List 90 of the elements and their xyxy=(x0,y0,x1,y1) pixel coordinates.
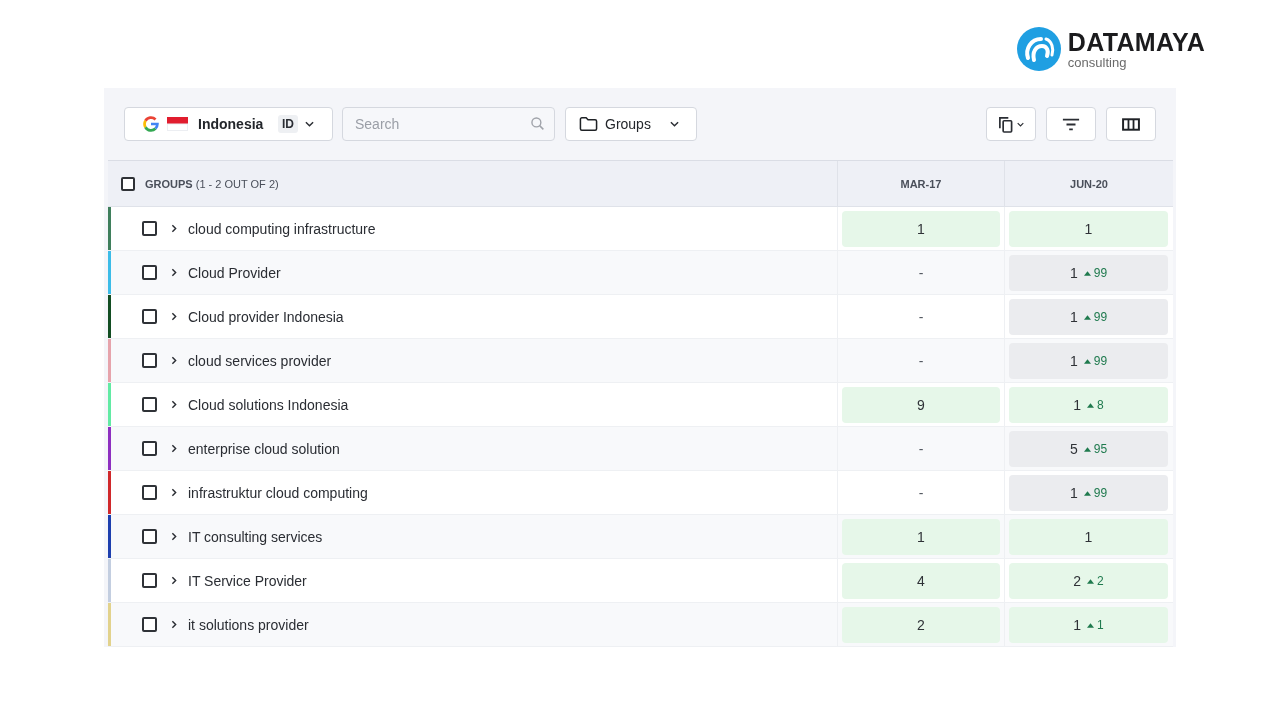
logo-icon xyxy=(1016,27,1061,71)
chevron-right-icon[interactable] xyxy=(171,620,177,629)
country-code-badge: ID xyxy=(278,115,298,133)
group-name: enterprise cloud solution xyxy=(188,440,340,457)
triangle-up-icon xyxy=(1087,622,1095,628)
group-name: cloud services provider xyxy=(188,352,332,369)
triangle-up-icon xyxy=(1087,578,1095,584)
group-name: Cloud solutions Indonesia xyxy=(188,396,349,413)
change-value: 8 xyxy=(1097,398,1104,412)
chevron-right-icon[interactable] xyxy=(171,400,177,409)
change-value: 95 xyxy=(1093,442,1108,456)
checkbox[interactable] xyxy=(142,441,157,456)
columns-icon xyxy=(1122,117,1140,131)
g-logo-icon xyxy=(143,116,159,132)
checkbox[interactable] xyxy=(142,485,157,500)
cell-value: 5 xyxy=(1069,441,1078,457)
logo-wordmark: DATAMAYA xyxy=(1067,29,1205,55)
change-value: 99 xyxy=(1093,310,1108,324)
group-name: Cloud Provider xyxy=(188,264,281,281)
groups-dropdown[interactable]: Groups xyxy=(565,107,697,141)
chevron-right-icon[interactable] xyxy=(171,224,177,233)
folder-icon xyxy=(579,116,598,132)
columns-button[interactable] xyxy=(1106,107,1156,141)
checkbox[interactable] xyxy=(142,309,157,324)
cell-value: - xyxy=(918,441,924,457)
cell-value: - xyxy=(918,309,924,325)
cell-value: 1 xyxy=(917,529,925,545)
column-header: GROUPS (1 - 2 OUT OF 2) xyxy=(145,177,279,190)
group-name: Cloud provider Indonesia xyxy=(188,308,344,325)
search-field[interactable]: Search xyxy=(342,107,555,141)
cell-value: 2 xyxy=(917,617,925,633)
checkbox[interactable] xyxy=(142,529,157,544)
chevron-right-icon[interactable] xyxy=(171,576,177,585)
chevron-down-icon xyxy=(305,121,314,127)
cell-value: 1 xyxy=(1084,221,1093,237)
group-name: IT Service Provider xyxy=(188,572,307,589)
cell-value: 9 xyxy=(917,397,925,413)
cell-value: 2 xyxy=(1073,573,1082,589)
checkbox[interactable] xyxy=(142,397,157,412)
search-icon xyxy=(531,117,544,130)
cell-value: 4 xyxy=(917,573,925,589)
triangle-up-icon xyxy=(1083,446,1091,452)
checkbox[interactable] xyxy=(142,573,157,588)
triangle-up-icon xyxy=(1083,358,1091,364)
column-header[interactable]: MAR-17 xyxy=(900,177,942,190)
change-value: 99 xyxy=(1093,354,1108,368)
filter-button[interactable] xyxy=(1046,107,1096,141)
chevron-right-icon[interactable] xyxy=(171,268,177,277)
cell-value: 1 xyxy=(1069,353,1078,369)
cell-value: - xyxy=(918,485,924,501)
cell-value: 1 xyxy=(1069,265,1078,281)
checkbox[interactable] xyxy=(142,221,157,236)
chevron-down-icon xyxy=(1017,121,1024,127)
copy-icon xyxy=(998,115,1013,133)
chevron-right-icon[interactable] xyxy=(171,312,177,321)
cell-value: 1 xyxy=(1069,485,1078,501)
copy-button[interactable] xyxy=(986,107,1036,141)
triangle-up-icon xyxy=(1083,314,1091,320)
cell-value: 1 xyxy=(1073,397,1082,413)
change-value: 1 xyxy=(1097,618,1104,632)
change-value: 2 xyxy=(1097,574,1104,588)
change-value: 99 xyxy=(1093,486,1108,500)
cell-value: 1 xyxy=(1069,309,1078,325)
cell-value: - xyxy=(918,353,924,369)
logo-tagline: consulting xyxy=(1067,55,1128,69)
cell-value: - xyxy=(918,265,924,281)
change-value: 99 xyxy=(1093,266,1108,280)
checkbox[interactable] xyxy=(142,617,157,632)
triangle-up-icon xyxy=(1087,402,1095,408)
location-dropdown[interactable]: Indonesia ID xyxy=(124,107,333,141)
chevron-right-icon[interactable] xyxy=(171,444,177,453)
cell-value: 1 xyxy=(1084,529,1093,545)
cell-value: 1 xyxy=(917,221,925,237)
filter-icon xyxy=(1062,117,1080,131)
column-header[interactable]: JUN-20 xyxy=(1070,177,1108,190)
group-name: IT consulting services xyxy=(188,528,323,545)
checkbox[interactable] xyxy=(142,265,157,280)
select-all-checkbox[interactable] xyxy=(121,176,135,191)
group-name: it solutions provider xyxy=(188,616,309,633)
chevron-right-icon[interactable] xyxy=(171,356,177,365)
chevron-right-icon[interactable] xyxy=(171,488,177,497)
chevron-right-icon[interactable] xyxy=(171,532,177,541)
cell-value: 1 xyxy=(1073,617,1082,633)
triangle-up-icon xyxy=(1083,270,1091,276)
triangle-up-icon xyxy=(1083,490,1091,496)
chevron-down-icon xyxy=(670,121,679,127)
flag-icon xyxy=(167,117,188,131)
group-name: cloud computing infrastructure xyxy=(188,220,376,237)
group-name: infrastruktur cloud computing xyxy=(188,484,368,501)
checkbox[interactable] xyxy=(142,353,157,368)
